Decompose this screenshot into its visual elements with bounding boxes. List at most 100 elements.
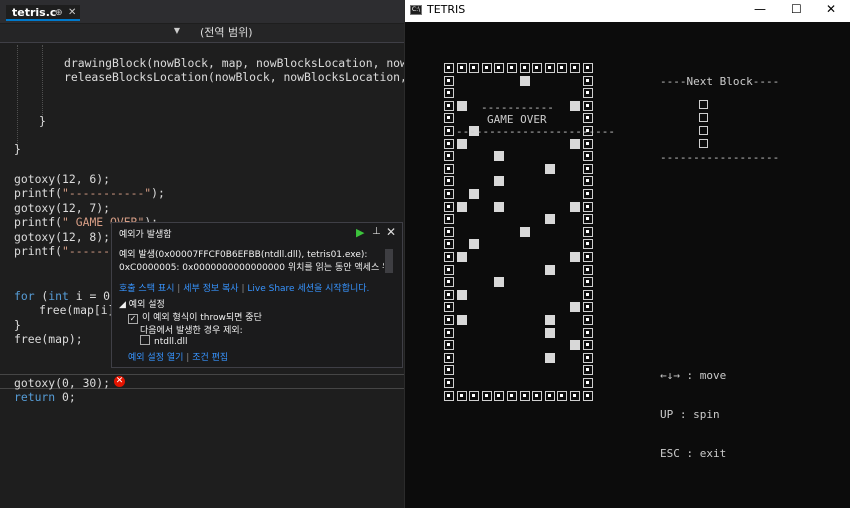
board-wall — [582, 365, 593, 376]
minimize-button[interactable]: — — [754, 2, 766, 16]
board-wall — [582, 327, 593, 338]
message-scrollbar[interactable] — [385, 249, 393, 273]
board-wall — [582, 75, 593, 86]
code-line: printf("-----------"); — [14, 186, 165, 200]
board-wall — [582, 352, 593, 363]
board-block — [544, 264, 555, 275]
game-over-bottom-line: ------------------------ — [456, 125, 615, 138]
board-wall — [557, 63, 568, 73]
board-wall — [570, 63, 580, 73]
board-wall — [582, 340, 593, 351]
live-share-link[interactable]: Live Share 세션을 시작합니다. — [247, 284, 369, 294]
close-tab-icon[interactable]: ✕ — [68, 5, 76, 21]
board-wall — [582, 113, 593, 124]
code-line: } — [14, 318, 21, 332]
close-window-button[interactable]: ✕ — [826, 2, 836, 16]
maximize-button[interactable]: ☐ — [791, 2, 802, 16]
board-wall — [444, 264, 454, 275]
board-block — [494, 277, 505, 288]
board-block — [456, 201, 467, 212]
board-wall — [444, 63, 454, 73]
exception-message: 예외 발생(0x00007FFCF0B6EFBB(ntdll.dll), tet… — [119, 250, 384, 273]
board-wall — [481, 63, 492, 73]
board-block — [519, 75, 530, 86]
board-block — [494, 176, 505, 187]
board-wall — [582, 163, 593, 174]
board-wall — [444, 302, 454, 313]
board-wall — [544, 63, 555, 73]
code-line: gotoxy(12, 6); — [14, 172, 111, 186]
checkbox-checked-icon: ✓ — [128, 314, 138, 324]
board-block — [456, 252, 467, 262]
code-line: return 0; — [14, 390, 76, 404]
board-wall — [444, 327, 454, 338]
code-line: releaseBlocksLocation(nowBlock, nowBlock… — [64, 70, 404, 84]
board-block — [544, 163, 555, 174]
break-when-thrown-checkbox[interactable]: ✓ 이 예외 형식이 throw되면 중단 — [128, 310, 262, 324]
copy-details-link[interactable]: 세부 정보 복사 — [183, 284, 238, 294]
control-move: ←↓→ : move — [660, 369, 727, 382]
board-wall — [444, 138, 454, 149]
code-line: } — [39, 114, 46, 128]
indent-guide — [17, 45, 18, 155]
board-wall — [456, 390, 467, 401]
board-wall — [582, 390, 593, 401]
show-callstack-link[interactable]: 호출 스택 표시 — [119, 284, 174, 294]
board-wall — [532, 63, 543, 73]
board-wall — [582, 226, 593, 237]
board-wall — [444, 289, 454, 300]
board-block — [570, 201, 580, 212]
tab-tetris-c[interactable]: tetris.c ⊕ ✕ — [6, 5, 80, 21]
control-spin: UP : spin — [660, 408, 720, 421]
board-wall — [519, 390, 530, 401]
board-wall — [582, 239, 593, 250]
code-line: for (int i = 0; — [14, 289, 117, 303]
open-exception-settings-link[interactable]: 예외 설정 열기 — [128, 353, 183, 363]
project-dropdown[interactable]: ▼ — [0, 24, 186, 42]
code-line: drawingBlock(nowBlock, map, nowBlocksLoc… — [64, 56, 404, 70]
code-line: gotoxy(12, 8); — [14, 230, 111, 244]
continue-icon[interactable]: ▶ — [356, 226, 364, 239]
ntdll-checkbox[interactable]: ntdll.dll — [140, 335, 188, 347]
pin-icon[interactable]: ⊥ — [372, 226, 381, 237]
board-wall — [469, 390, 480, 401]
board-wall — [444, 252, 454, 262]
board-wall — [507, 63, 517, 73]
board-wall — [444, 113, 454, 124]
board-wall — [582, 151, 593, 162]
board-wall — [444, 163, 454, 174]
board-wall — [557, 390, 568, 401]
exception-settings-header[interactable]: ◢ 예외 설정 — [119, 297, 165, 310]
board-block — [469, 189, 480, 199]
next-block-header: ----Next Block---- — [660, 75, 780, 88]
board-block — [570, 340, 580, 351]
board-wall — [582, 252, 593, 262]
board-wall — [582, 138, 593, 149]
board-wall — [444, 75, 454, 86]
pin-icon[interactable]: ⊕ — [55, 5, 63, 21]
edit-conditions-link[interactable]: 조건 편집 — [192, 353, 228, 363]
board-block — [469, 239, 480, 250]
code-line: printf("------- — [14, 244, 117, 258]
board-wall — [444, 226, 454, 237]
board-block — [570, 252, 580, 262]
exception-links: 호출 스택 표시 | 세부 정보 복사 | Live Share 세션을 시작합… — [119, 284, 370, 294]
code-line: } — [14, 142, 21, 156]
chevron-down-icon: ▼ — [173, 26, 180, 35]
board-wall — [444, 365, 454, 376]
board-wall — [582, 63, 593, 73]
next-block-cell — [699, 139, 708, 148]
code-line: free(map[i] — [39, 303, 115, 317]
board-wall — [582, 378, 593, 388]
board-wall — [582, 264, 593, 275]
tetris-console-window: C:\ TETRIS — ☐ ✕ ----------- GAME OVER -… — [405, 0, 850, 508]
close-icon[interactable]: ✕ — [386, 225, 396, 239]
scope-dropdown[interactable]: (전역 범위) — [190, 24, 404, 42]
board-wall — [444, 390, 454, 401]
board-wall — [582, 189, 593, 199]
next-block-footer: ------------------ — [660, 151, 780, 164]
exception-title: 예외가 발생함 — [119, 230, 172, 240]
code-line: gotoxy(0, 30); — [14, 376, 111, 390]
board-wall — [444, 378, 454, 388]
board-wall — [582, 315, 593, 325]
